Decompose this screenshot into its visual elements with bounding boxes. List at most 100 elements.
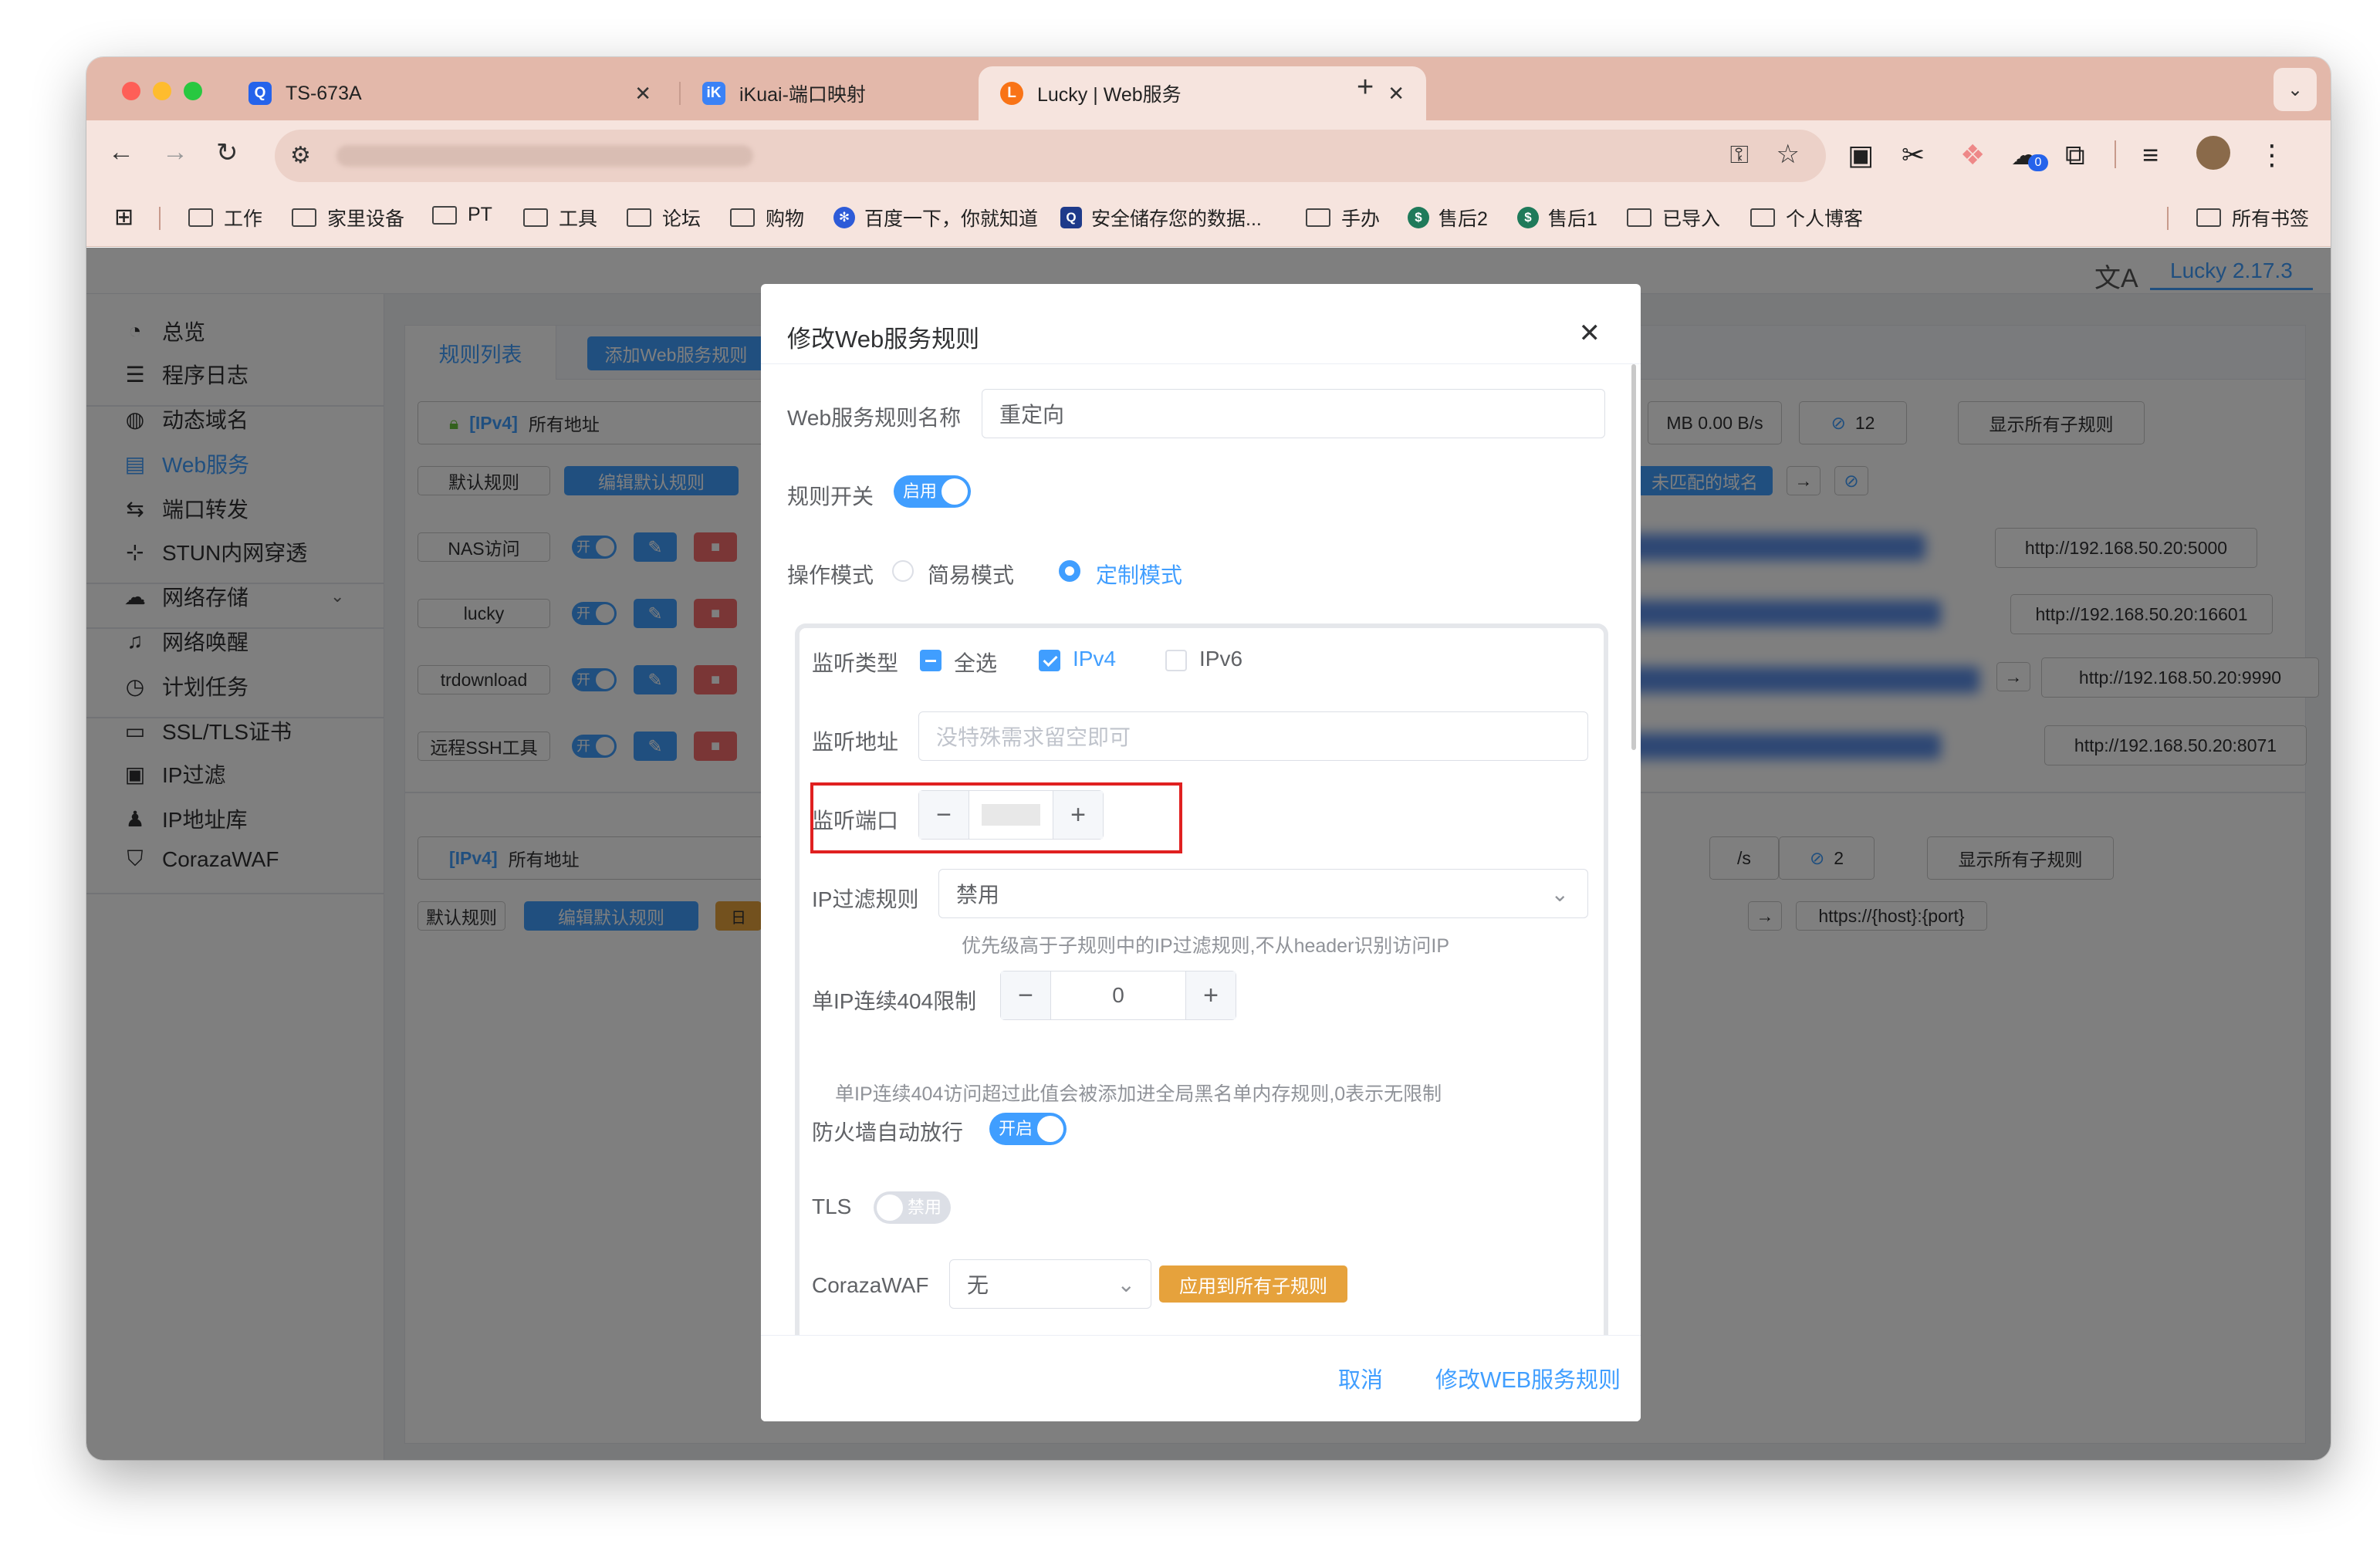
site-settings-icon[interactable]: ⚙	[290, 142, 311, 169]
more-menu-icon[interactable]: ⋮	[2258, 139, 2286, 171]
ip-filter-value: 禁用	[956, 883, 1000, 907]
dialog-footer: 取消 修改WEB服务规则	[761, 1335, 1641, 1421]
bookmark-tools[interactable]: 工具	[523, 204, 597, 231]
bookmark-shopping[interactable]: 购物	[730, 204, 804, 231]
folder-icon	[627, 208, 651, 227]
bookmark-home-devices[interactable]: 家里设备	[292, 204, 404, 231]
bookmark-baidu[interactable]: ✻ 百度一下，你就知道	[833, 204, 1038, 231]
listen-addr-field[interactable]: 没特殊需求留空即可	[918, 711, 1588, 761]
coraza-waf-select[interactable]: 无 ⌄	[949, 1259, 1151, 1309]
close-tab-icon[interactable]: ✕	[1388, 82, 1405, 106]
limit404-label: 单IP连续404限制	[812, 989, 977, 1013]
new-tab-button[interactable]: +	[1357, 71, 1374, 104]
folder-icon	[2196, 208, 2221, 227]
extension-cloud-icon[interactable]: ☁ 0	[2011, 139, 2048, 171]
tls-label: TLS	[812, 1195, 852, 1218]
dialog-header: 修改Web服务规则 ✕	[761, 284, 1641, 364]
mode-simple-label[interactable]: 简易模式	[928, 559, 1014, 590]
bookmark-pt[interactable]: PT	[432, 204, 492, 226]
increment-button[interactable]: +	[1186, 971, 1236, 1019]
zoom-window-button[interactable]	[184, 82, 202, 100]
rule-switch-label: 规则开关	[787, 485, 874, 509]
extension-tablet-icon[interactable]: ▣	[1848, 139, 1874, 171]
firewall-toggle[interactable]: 开启	[989, 1113, 1067, 1145]
extension-badge: 0	[2028, 154, 2048, 171]
extensions-puzzle-icon[interactable]: ⧉	[2065, 139, 2085, 172]
chevron-down-icon: ⌄	[1117, 1272, 1135, 1296]
listen-addr-label: 监听地址	[812, 730, 899, 754]
listen-all-label[interactable]: 全选	[954, 647, 997, 678]
bookmark-forum[interactable]: 论坛	[627, 204, 701, 231]
chevron-down-icon: ⌄	[1550, 881, 1569, 906]
dollar-icon: $	[1408, 207, 1429, 228]
bookmark-star-icon[interactable]: ☆	[1777, 139, 1800, 170]
dollar-icon: $	[1517, 207, 1539, 228]
bookmark-aftersales1[interactable]: $ 售后1	[1517, 204, 1597, 231]
profile-avatar[interactable]	[2196, 136, 2230, 170]
folder-icon	[1627, 208, 1651, 227]
apps-grid-icon[interactable]: ⊞	[114, 204, 134, 231]
folder-icon	[188, 208, 213, 227]
bookmark-aftersales2[interactable]: $ 售后2	[1408, 204, 1488, 231]
tls-toggle[interactable]: 禁用	[874, 1191, 951, 1224]
close-tab-icon[interactable]: ✕	[634, 82, 651, 106]
address-bar[interactable]: ⚙ ⚿ ☆	[275, 130, 1826, 182]
listen-ipv4-label[interactable]: IPv4	[1073, 647, 1116, 671]
bookmark-secure-storage[interactable]: Q 安全储存您的数据...	[1060, 204, 1262, 231]
close-icon[interactable]: ✕	[1579, 318, 1601, 349]
cancel-button[interactable]: 取消	[1338, 1362, 1383, 1394]
bookmark-figures[interactable]: 手办	[1306, 204, 1380, 231]
listen-ipv6-label[interactable]: IPv6	[1199, 647, 1242, 671]
decrement-button[interactable]: −	[1001, 971, 1050, 1019]
mode-label: 操作模式	[787, 563, 874, 587]
bookmark-blog[interactable]: 个人博客	[1750, 204, 1863, 231]
tab-title: Lucky | Web服务	[1037, 84, 1182, 106]
extension-cat-icon[interactable]: ❖	[1960, 139, 1985, 171]
folder-icon	[1750, 208, 1775, 227]
folder-icon	[730, 208, 755, 227]
mode-custom-label[interactable]: 定制模式	[1096, 559, 1182, 590]
rule-name-field[interactable]: 重定向	[982, 389, 1605, 438]
baidu-paw-icon: ✻	[833, 207, 855, 228]
password-key-icon[interactable]: ⚿	[1730, 140, 1749, 170]
highlight-box	[810, 782, 1182, 853]
browser-toolbar: ← → ↻ ⚙ ⚿ ☆ ▣ ✂ ❖ ☁ 0 ⧉ ≡ ⋮	[86, 120, 2331, 191]
listen-all-checkbox[interactable]	[920, 650, 942, 671]
extension-scissors-icon[interactable]: ✂	[1902, 139, 1925, 171]
firewall-label: 防火墙自动放行	[812, 1120, 964, 1144]
forward-arrow-icon[interactable]: →	[162, 137, 188, 167]
all-bookmarks[interactable]: 所有书签	[2196, 204, 2309, 231]
listen-ipv6-checkbox[interactable]	[1165, 650, 1187, 671]
bookmark-divider	[159, 207, 161, 230]
rule-switch-toggle[interactable]: 启用	[894, 475, 971, 508]
dialog-title: 修改Web服务规则	[787, 326, 980, 353]
limit404-value[interactable]: 0	[1050, 971, 1186, 1019]
listen-type-label: 监听类型	[812, 651, 899, 675]
limit404-hint: 单IP连续404访问超过此值会被添加进全局黑名单内存规则,0表示无限制	[835, 1083, 1442, 1105]
ikuai-icon: iK	[702, 82, 725, 105]
bookmark-imported[interactable]: 已导入	[1627, 204, 1720, 231]
browser-tab-ts673a[interactable]: Q TS-673A ✕	[227, 66, 673, 120]
reload-icon[interactable]: ↻	[216, 137, 238, 168]
reading-list-icon[interactable]: ≡	[2142, 139, 2159, 171]
minimize-window-button[interactable]	[153, 82, 171, 100]
folder-icon	[432, 205, 457, 225]
listen-ipv4-checkbox[interactable]	[1039, 650, 1060, 671]
mode-custom-radio[interactable]	[1059, 560, 1080, 582]
coraza-waf-value: 无	[967, 1273, 989, 1297]
tab-bar: Q TS-673A ✕ iK iKuai-端口映射 ✕ L Lucky | We…	[86, 57, 2331, 120]
tab-search-chevron-icon[interactable]: ⌄	[2274, 68, 2317, 111]
bookmark-work[interactable]: 工作	[188, 204, 262, 231]
limit404-stepper[interactable]: − 0 +	[1000, 971, 1236, 1020]
bookmark-divider	[2167, 207, 2169, 230]
back-arrow-icon[interactable]: ←	[108, 137, 134, 167]
ip-filter-select[interactable]: 禁用 ⌄	[938, 869, 1588, 918]
dialog-scrollbar[interactable]	[1631, 364, 1636, 750]
ip-filter-label: IP过滤规则	[812, 887, 919, 911]
close-window-button[interactable]	[122, 82, 140, 100]
listen-config-section: 监听类型 全选 IPv4 IPv6 监听地址 没特殊需求留空即可 监听端口 − …	[795, 623, 1608, 1395]
apply-to-all-subrules-button[interactable]: 应用到所有子规则	[1159, 1265, 1347, 1303]
submit-button[interactable]: 修改WEB服务规则	[1435, 1362, 1621, 1394]
tab-title: TS-673A	[286, 82, 362, 104]
mode-simple-radio[interactable]	[892, 560, 914, 582]
